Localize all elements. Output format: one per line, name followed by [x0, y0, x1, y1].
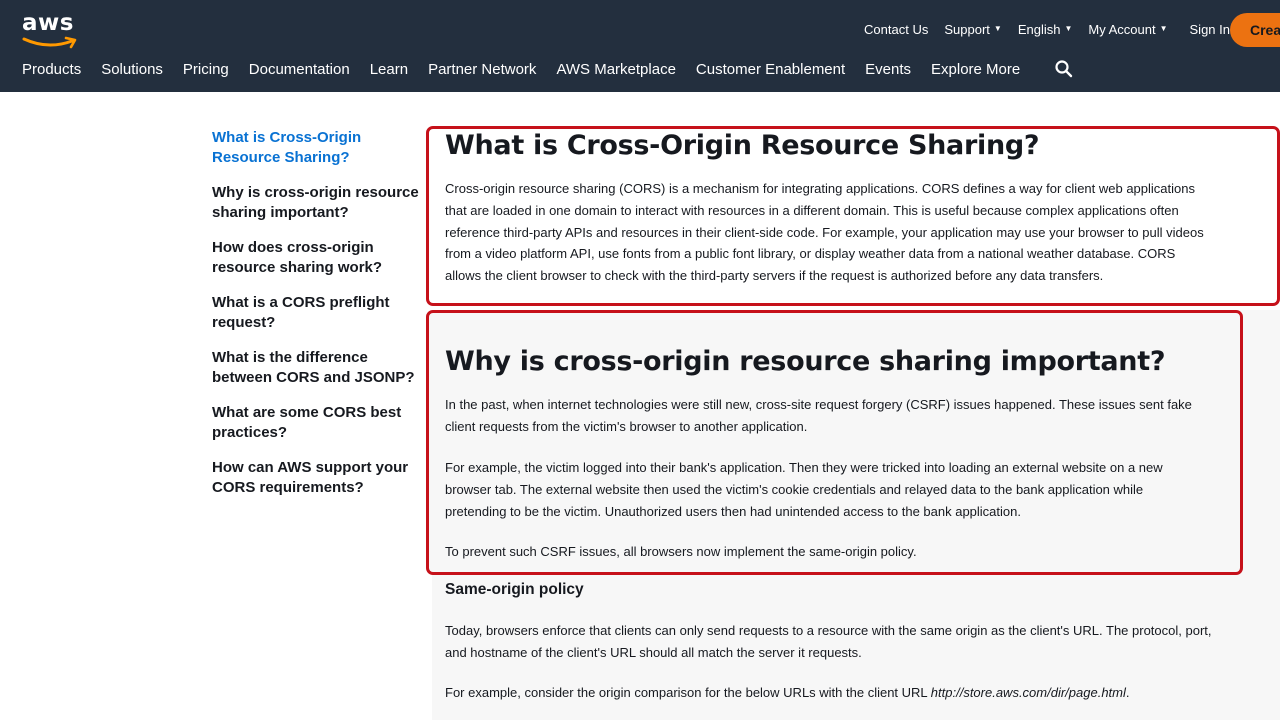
page-section-navigation: What is Cross-Origin Resource Sharing? W…: [212, 128, 422, 513]
nav-explore-more[interactable]: Explore More: [931, 61, 1020, 78]
section2-paragraph-3: To prevent such CSRF issues, all browser…: [445, 544, 917, 559]
search-icon[interactable]: [1054, 59, 1074, 79]
nav-events[interactable]: Events: [865, 61, 911, 78]
aws-logo-text: aws: [22, 10, 74, 36]
text-line: Cross-origin resource sharing (CORS) is …: [445, 181, 1195, 196]
nav-pricing[interactable]: Pricing: [183, 61, 229, 78]
nav-products[interactable]: Products: [22, 61, 81, 78]
text-line: Today, browsers enforce that clients can…: [445, 623, 1212, 638]
section-heading-what-is-cors: What is Cross-Origin Resource Sharing?: [445, 130, 1040, 161]
contact-us-label: Contact Us: [864, 21, 929, 37]
text-line: allows the client browser to check with …: [445, 268, 1104, 284]
sidenav-item-aws-support[interactable]: How can AWS support your CORS requiremen…: [212, 458, 422, 498]
contact-us-link[interactable]: Contact Us: [864, 22, 928, 37]
create-account-label: Crea: [1250, 22, 1280, 38]
text-line: from a video platform API, use fonts fro…: [445, 246, 1176, 262]
main-navigation: Products Solutions Pricing Documentation…: [22, 56, 1074, 82]
sidenav-item-why-important[interactable]: Why is cross-origin resource sharing imp…: [212, 183, 422, 223]
aws-logo[interactable]: aws: [22, 10, 82, 50]
nav-solutions[interactable]: Solutions: [101, 61, 163, 78]
nav-customer-enablement[interactable]: Customer Enablement: [696, 61, 845, 78]
sign-in-label: Sign In: [1189, 21, 1230, 37]
text-line: In the past, when internet technologies …: [445, 397, 1192, 412]
sidenav-item-preflight[interactable]: What is a CORS preflight request?: [212, 293, 422, 333]
my-account-dropdown[interactable]: My Account ▼: [1088, 22, 1167, 37]
caret-down-icon: ▼: [993, 24, 1002, 33]
language-dropdown[interactable]: English ▼: [1018, 22, 1073, 37]
section3-paragraph-1: Today, browsers enforce that clients can…: [445, 620, 1275, 664]
section2-paragraph-1: In the past, when internet technologies …: [445, 394, 1235, 438]
text-run: For example, consider the origin compari…: [445, 685, 931, 700]
example-client-url: http://store.aws.com/dir/page.html: [930, 685, 1126, 700]
text-line: pretending to be the victim. Unauthorize…: [445, 503, 1021, 519]
caret-down-icon: ▼: [1064, 24, 1073, 33]
text-line: reference third-party APIs and resources…: [445, 224, 1204, 240]
aws-smile-icon: [22, 36, 77, 49]
text-line: and hostname of the client's URL should …: [445, 644, 862, 660]
text-line: For example, the victim logged into thei…: [445, 460, 1163, 475]
text-line: browser tab. The external website then u…: [445, 481, 1144, 497]
nav-documentation[interactable]: Documentation: [249, 61, 350, 78]
caret-down-icon: ▼: [1159, 24, 1168, 33]
section3-paragraph-2: For example, consider the origin compari…: [445, 682, 1275, 704]
sidenav-item-best-practices[interactable]: What are some CORS best practices?: [212, 403, 422, 443]
nav-learn[interactable]: Learn: [370, 61, 408, 78]
section-heading-why-important: Why is cross-origin resource sharing imp…: [445, 346, 1166, 377]
sidenav-item-how-it-works[interactable]: How does cross-origin resource sharing w…: [212, 238, 422, 278]
text-run: .: [1125, 685, 1130, 700]
create-account-button[interactable]: Crea: [1230, 13, 1280, 47]
text-line: client requests from the victim's browse…: [445, 418, 808, 434]
section2-paragraph-2: For example, the victim logged into thei…: [445, 457, 1235, 522]
language-label: English: [1017, 21, 1061, 37]
nav-aws-marketplace[interactable]: AWS Marketplace: [556, 61, 675, 78]
section-heading-same-origin-policy: Same-origin policy: [445, 581, 584, 598]
support-label: Support: [944, 21, 990, 37]
my-account-label: My Account: [1088, 21, 1156, 37]
nav-partner-network[interactable]: Partner Network: [428, 61, 536, 78]
top-navigation-bar: aws Contact Us Support ▼ English ▼ My Ac…: [0, 0, 1280, 92]
sidenav-item-cors-vs-jsonp[interactable]: What is the difference between CORS and …: [212, 348, 422, 388]
section1-paragraph: Cross-origin resource sharing (CORS) is …: [445, 178, 1275, 287]
sign-in-link[interactable]: Sign In: [1190, 22, 1230, 37]
text-line: that are loaded in one domain to interac…: [445, 202, 1179, 218]
support-dropdown[interactable]: Support ▼: [944, 22, 1001, 37]
sidenav-item-what-is-cors[interactable]: What is Cross-Origin Resource Sharing?: [212, 128, 422, 168]
utility-navigation: Contact Us Support ▼ English ▼ My Accoun…: [864, 16, 1230, 42]
